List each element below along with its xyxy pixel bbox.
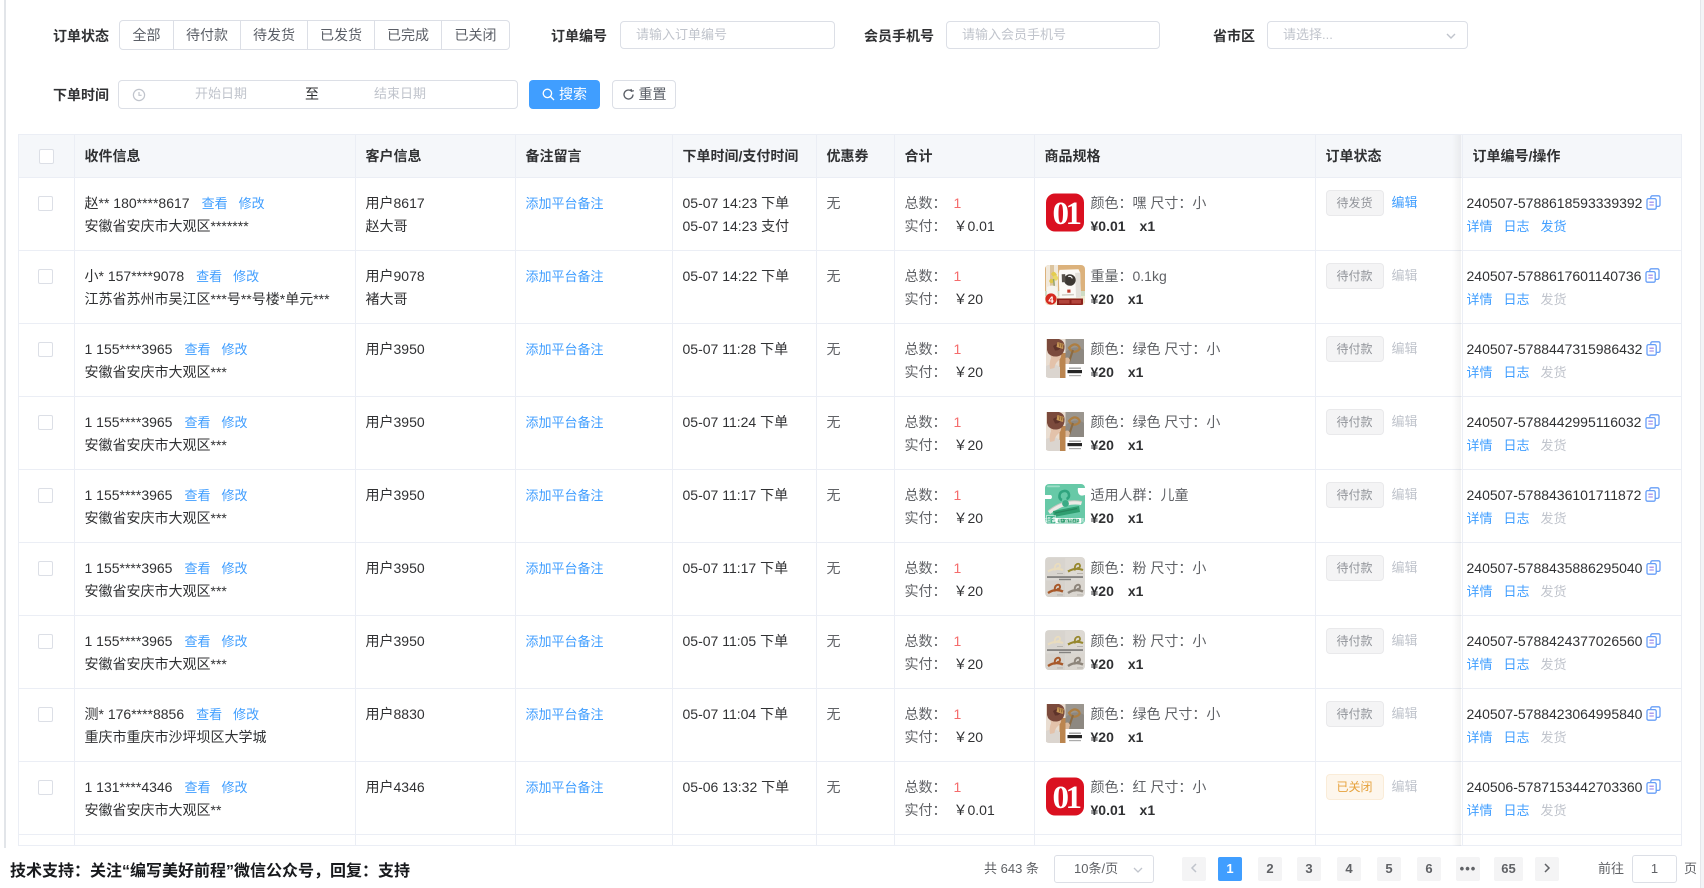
- svg-text:两线+置物±包装: 两线+置物±包装: [1052, 517, 1085, 524]
- svg-text:01: 01: [1052, 196, 1080, 232]
- svg-text:4: 4: [1048, 295, 1054, 305]
- svg-text:01: 01: [1052, 780, 1080, 816]
